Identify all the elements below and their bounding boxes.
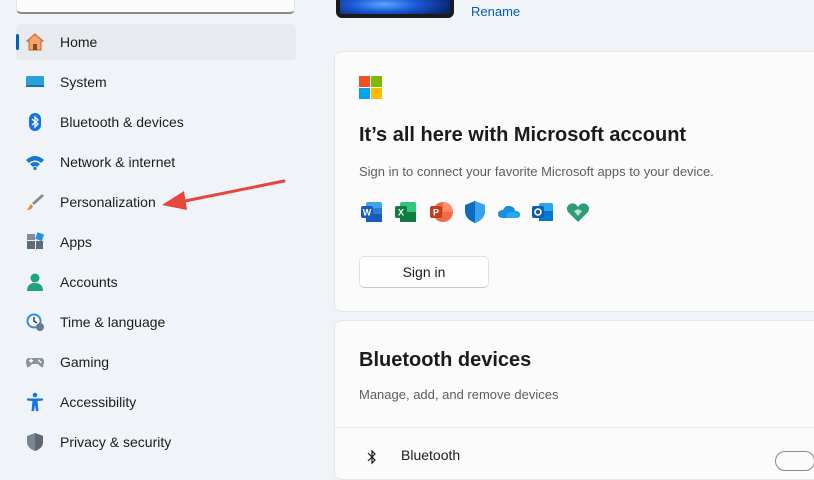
sidebar-item-gaming[interactable]: Gaming bbox=[16, 344, 296, 380]
sidebar-item-label: Gaming bbox=[60, 354, 110, 370]
sidebar-item-network[interactable]: Network & internet bbox=[16, 144, 296, 180]
excel-icon: X bbox=[393, 199, 419, 225]
bluetooth-icon bbox=[367, 449, 377, 465]
powerpoint-icon: P bbox=[428, 199, 454, 225]
sidebar-item-label: Bluetooth & devices bbox=[60, 114, 184, 130]
wifi-icon bbox=[25, 152, 45, 172]
gamepad-icon bbox=[25, 352, 45, 372]
sidebar-item-label: Personalization bbox=[60, 194, 156, 210]
sidebar-item-home[interactable]: Home bbox=[16, 24, 296, 60]
sidebar-item-time-language[interactable]: Time & language bbox=[16, 304, 296, 340]
sidebar-item-personalization[interactable]: Personalization bbox=[16, 184, 296, 220]
accessibility-icon bbox=[25, 392, 45, 412]
sidebar-item-privacy[interactable]: Privacy & security bbox=[16, 424, 296, 460]
rename-link[interactable]: Rename bbox=[471, 4, 520, 19]
microsoft-apps-row: W X P bbox=[359, 199, 599, 225]
person-icon bbox=[25, 272, 45, 292]
sidebar-item-label: Time & language bbox=[60, 314, 166, 330]
sign-in-button[interactable]: Sign in bbox=[359, 256, 489, 288]
card-subtitle: Sign in to connect your favorite Microso… bbox=[359, 164, 714, 179]
paintbrush-icon bbox=[25, 192, 45, 212]
defender-icon bbox=[462, 199, 488, 225]
bluetooth-toggle[interactable] bbox=[775, 451, 814, 471]
sidebar-item-bluetooth[interactable]: Bluetooth & devices bbox=[16, 104, 296, 140]
sidebar-item-label: Apps bbox=[60, 234, 92, 250]
svg-text:X: X bbox=[398, 208, 404, 218]
svg-text:W: W bbox=[363, 208, 372, 218]
sidebar-item-label: Privacy & security bbox=[60, 434, 172, 450]
home-icon bbox=[25, 32, 45, 52]
wallpaper-image bbox=[340, 0, 450, 14]
shield-icon bbox=[25, 432, 45, 452]
system-icon bbox=[25, 72, 45, 92]
active-indicator bbox=[16, 34, 19, 50]
word-icon: W bbox=[359, 199, 385, 225]
clock-globe-icon bbox=[25, 312, 45, 332]
divider bbox=[335, 427, 814, 428]
family-safety-icon bbox=[565, 199, 591, 225]
apps-icon bbox=[25, 232, 45, 252]
card-title: It’s all here with Microsoft account bbox=[359, 124, 687, 146]
bluetooth-icon bbox=[25, 112, 45, 132]
sidebar-item-label: Home bbox=[60, 34, 98, 50]
microsoft-logo-icon bbox=[359, 76, 382, 99]
sidebar-item-label: Accounts bbox=[60, 274, 118, 290]
bluetooth-devices-card: Bluetooth devices Manage, add, and remov… bbox=[334, 320, 814, 480]
microsoft-account-card: It’s all here with Microsoft account Sig… bbox=[334, 51, 814, 312]
sidebar-item-system[interactable]: System bbox=[16, 64, 296, 100]
card-subtitle: Manage, add, and remove devices bbox=[359, 387, 559, 402]
onedrive-icon bbox=[496, 199, 522, 225]
sidebar-item-apps[interactable]: Apps bbox=[16, 224, 296, 260]
search-box[interactable] bbox=[16, 0, 295, 14]
sidebar-item-label: System bbox=[60, 74, 107, 90]
sidebar-item-label: Accessibility bbox=[60, 394, 137, 410]
device-thumbnail bbox=[336, 0, 454, 18]
outlook-icon bbox=[530, 199, 556, 225]
svg-text:P: P bbox=[433, 208, 439, 218]
bluetooth-row-label: Bluetooth bbox=[401, 447, 461, 463]
sidebar-item-label: Network & internet bbox=[60, 154, 176, 170]
card-title: Bluetooth devices bbox=[359, 349, 532, 371]
sidebar-item-accessibility[interactable]: Accessibility bbox=[16, 384, 296, 420]
sidebar-item-accounts[interactable]: Accounts bbox=[16, 264, 296, 300]
